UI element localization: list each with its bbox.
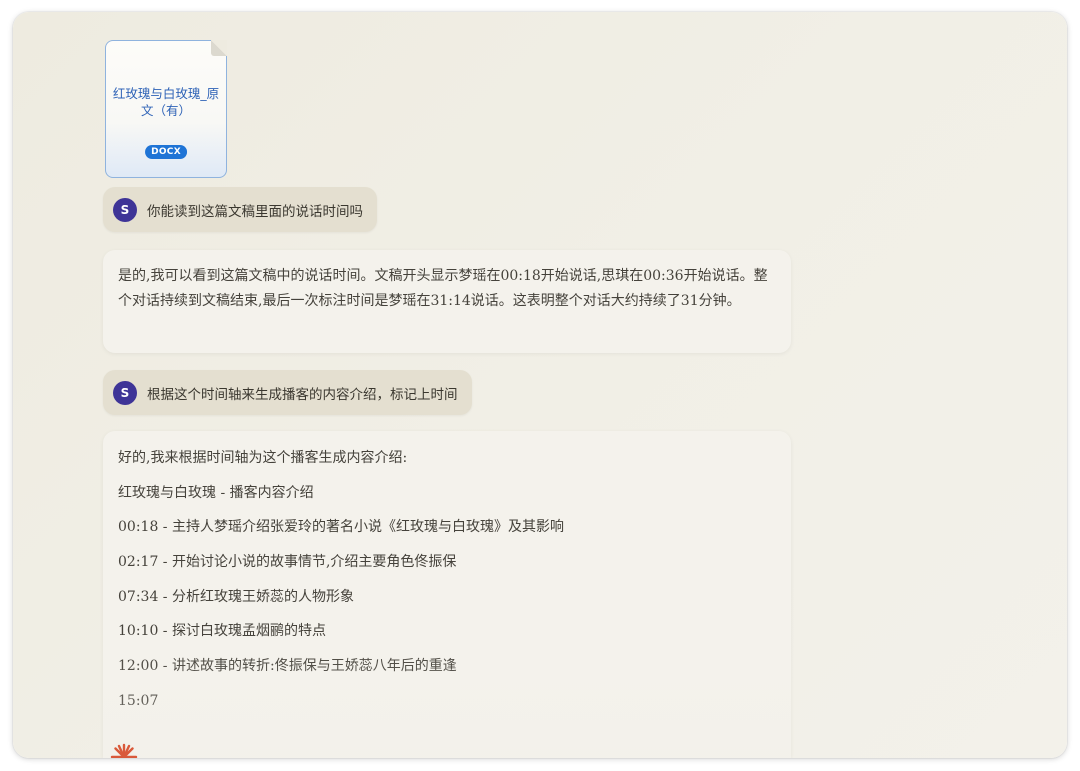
timeline-entry: 10:10 - 探讨白玫瑰孟烟鹂的特点 (118, 623, 326, 640)
user-message-text: 你能读到这篇文稿里面的说话时间吗 (147, 203, 363, 220)
timeline-entry: 00:18 - 主持人梦瑶介绍张爱玲的著名小说《红玫瑰与白玫瑰》及其影响 (118, 519, 564, 536)
user-message: S 根据这个时间轴来生成播客的内容介绍，标记上时间 (103, 370, 472, 415)
podcast-title-line: 红玫瑰与白玫瑰 - 播客内容介绍 (118, 484, 314, 501)
timeline-entry: 07:34 - 分析红玫瑰王娇蕊的人物形象 (118, 588, 354, 605)
sparkle-icon (110, 743, 138, 758)
file-fold-icon (211, 40, 227, 56)
timeline-entry: 15:07 (118, 692, 159, 709)
attachment-file-name: 红玫瑰与白玫瑰_原文（有） (112, 86, 220, 118)
attachment-card[interactable]: 红玫瑰与白玫瑰_原文（有） DOCX (105, 40, 227, 178)
user-message-text: 根据这个时间轴来生成播客的内容介绍，标记上时间 (147, 386, 458, 403)
assistant-message: 是的,我可以看到这篇文稿中的说话时间。文稿开头显示梦瑶在00:18开始说话,思琪… (103, 250, 791, 353)
assistant-message-text: 是的,我可以看到这篇文稿中的说话时间。文稿开头显示梦瑶在00:18开始说话,思琪… (118, 268, 768, 309)
assistant-message: 好的,我来根据时间轴为这个播客生成内容介绍: 红玫瑰与白玫瑰 - 播客内容介绍 … (103, 431, 791, 758)
chat-window: 红玫瑰与白玫瑰_原文（有） DOCX S 你能读到这篇文稿里面的说话时间吗 是的… (13, 12, 1067, 758)
assistant-intro-line: 好的,我来根据时间轴为这个播客生成内容介绍: (118, 450, 408, 466)
timeline-entry: 12:00 - 讲述故事的转折:佟振保与王娇蕊八年后的重逢 (118, 658, 457, 675)
user-avatar[interactable]: S (113, 380, 137, 405)
user-message: S 你能读到这篇文稿里面的说话时间吗 (103, 187, 377, 232)
user-avatar[interactable]: S (113, 197, 137, 222)
timeline-entry: 02:17 - 开始讨论小说的故事情节,介绍主要角色佟振保 (118, 554, 457, 571)
file-type-badge: DOCX (145, 145, 187, 159)
